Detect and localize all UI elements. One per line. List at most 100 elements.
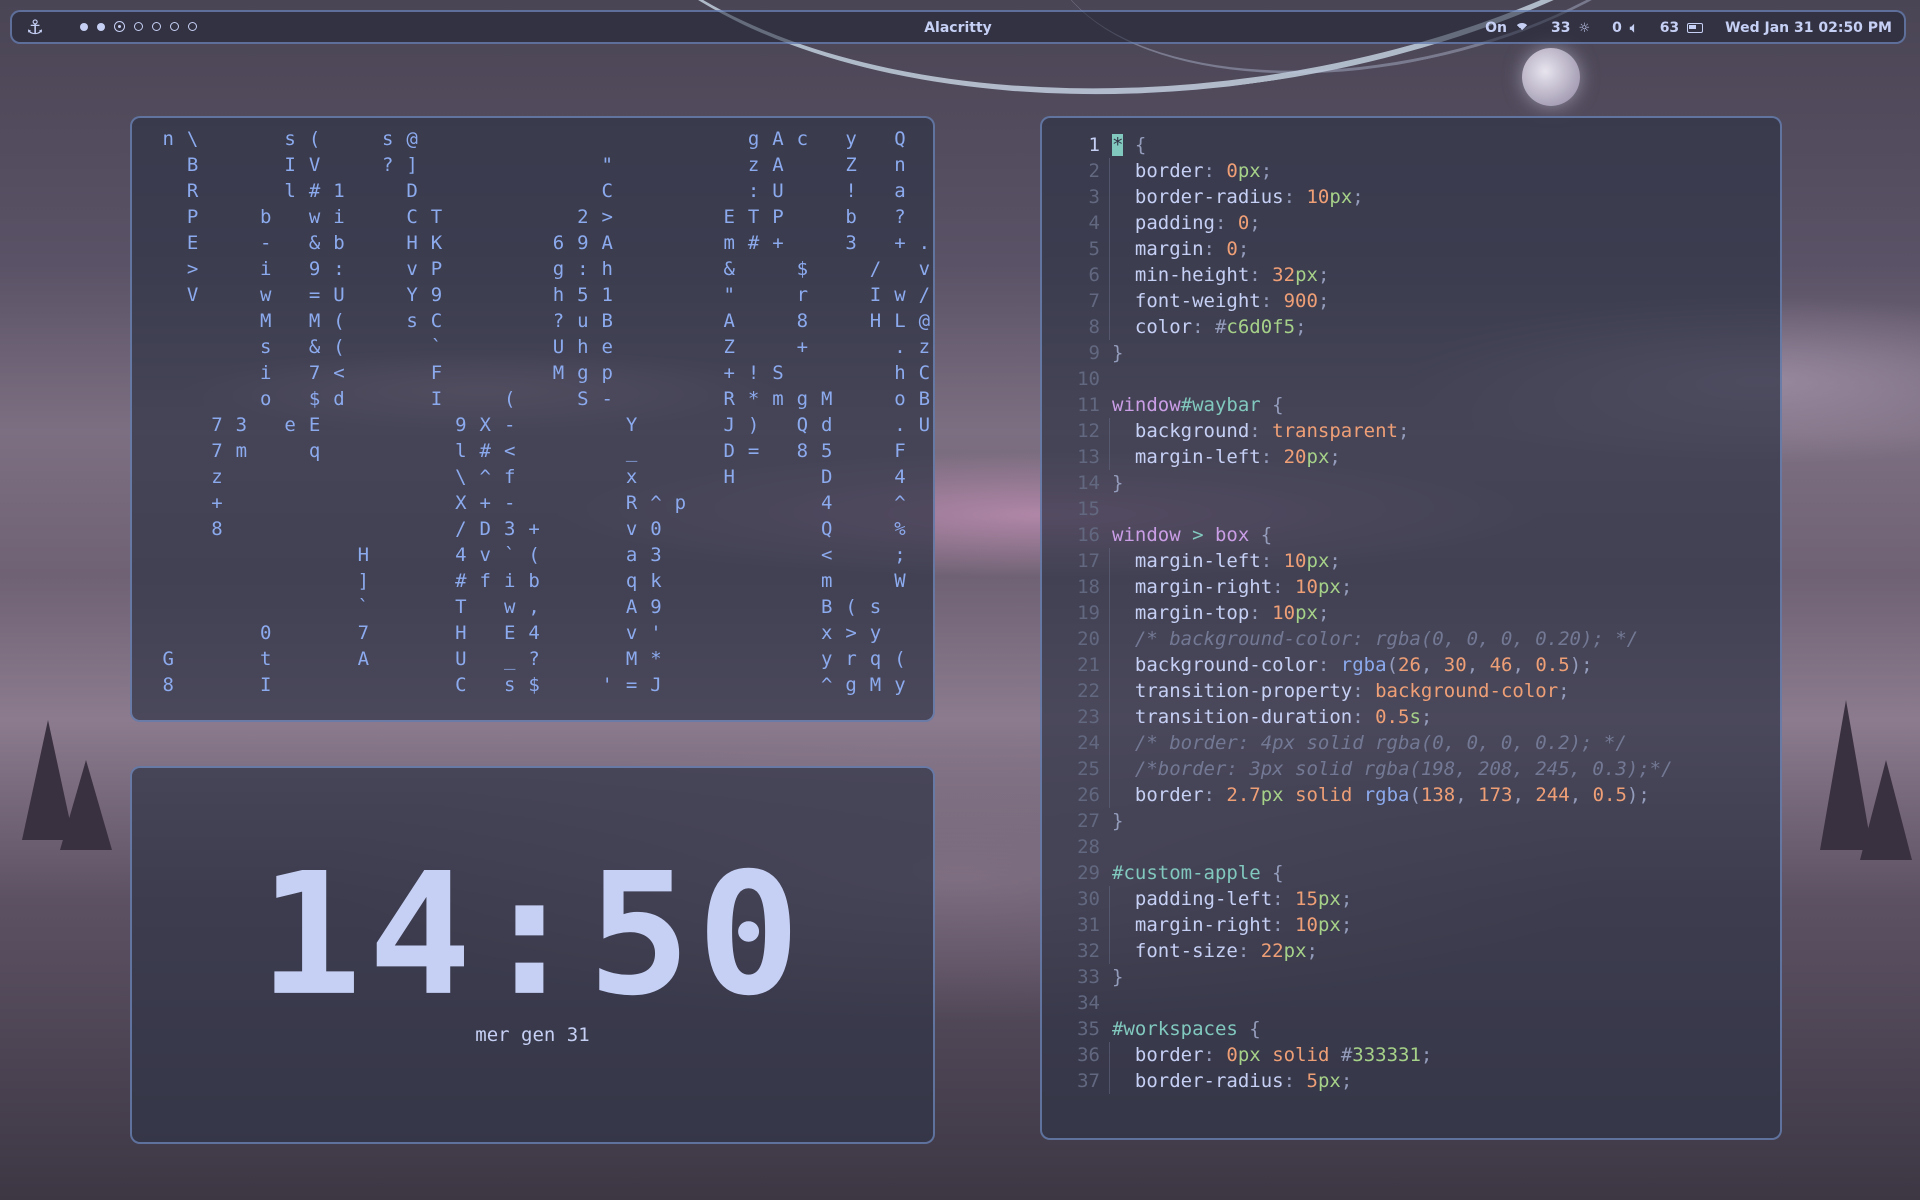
code-token: ; xyxy=(1237,238,1250,260)
code-token: px xyxy=(1260,784,1284,806)
matrix-line: z \^f x H D 4 B N xyxy=(211,466,906,488)
line-number: 30 xyxy=(1077,888,1100,910)
code-token: ; xyxy=(1352,186,1364,208)
code-token: 173 xyxy=(1478,784,1513,806)
code-token: : xyxy=(1260,290,1284,312)
code-line[interactable]: window#waybar { xyxy=(1112,392,1284,418)
code-line[interactable]: transition-duration: 0.5s; xyxy=(1112,704,1432,730)
matrix-line: 0 7 H E4 v' x>y Z %) xyxy=(260,622,882,644)
code-token: : xyxy=(1203,160,1227,182)
code-token: solid xyxy=(1283,784,1364,806)
line-number: 8 xyxy=(1088,316,1100,338)
code-token: /*border: 3px solid rgba(198, 208, 245, … xyxy=(1112,758,1673,780)
code-token: #workspaces xyxy=(1112,1018,1238,1040)
line-number: 15 xyxy=(1077,498,1100,520)
code-token: 244 xyxy=(1535,784,1570,806)
code-line[interactable]: } xyxy=(1112,340,1123,366)
code-line[interactable]: window > box { xyxy=(1112,522,1272,548)
code-token: , xyxy=(1420,654,1444,676)
code-token: margin-left xyxy=(1112,550,1261,572)
status-modules: On 33 ☼ 0 🔈︎ 63 Wed Jan 31 02:50 PM xyxy=(1485,20,1892,36)
code-token: ); xyxy=(1626,784,1650,806)
code-token: : xyxy=(1317,654,1341,676)
code-token: } xyxy=(1112,472,1124,494)
terminal-matrix-window[interactable]: n\ s( s@ gAc y Q c B IV ?] " zA Z n H R … xyxy=(130,116,935,722)
code-line[interactable]: /*border: 3px solid rgba(198, 208, 245, … xyxy=(1112,756,1673,782)
code-line[interactable]: min-height: 32px; xyxy=(1112,262,1330,288)
code-line[interactable]: margin-left: 10px; xyxy=(1112,548,1341,574)
code-token: /* background-color: rgba(0, 0, 0, 0.20)… xyxy=(1112,628,1639,650)
code-line[interactable]: margin-top: 10px; xyxy=(1112,600,1330,626)
code-line[interactable]: margin-left: 20px; xyxy=(1112,444,1341,470)
line-number: 27 xyxy=(1077,810,1100,832)
code-token: border-radius xyxy=(1112,186,1284,208)
line-number: 12 xyxy=(1077,420,1100,442)
code-line[interactable]: border: 0px; xyxy=(1112,158,1272,184)
matrix-line: 8 I C s$ '=J ^gMy L xyxy=(162,674,906,696)
code-token: 20 xyxy=(1283,446,1307,468)
wallpaper-tree xyxy=(60,760,112,850)
code-line[interactable]: /* background-color: rgba(0, 0, 0, 0.20)… xyxy=(1112,626,1638,652)
code-line[interactable]: border-radius: 5px; xyxy=(1112,1068,1352,1094)
code-token: { xyxy=(1260,394,1284,416)
code-line[interactable]: background: transparent; xyxy=(1112,418,1410,444)
code-token: : xyxy=(1260,550,1284,572)
code-token: , xyxy=(1569,784,1593,806)
code-line[interactable]: #custom-apple { xyxy=(1112,860,1284,886)
code-line[interactable]: margin-right: 10px; xyxy=(1112,912,1352,938)
line-number: 37 xyxy=(1077,1070,1100,1092)
code-token: font-weight xyxy=(1112,290,1261,312)
matrix-line: ` T w, A9 B(s : So xyxy=(357,596,882,618)
line-number: 5 xyxy=(1088,238,1100,260)
matrix-line: M M( sC ?uB A 8 HL@gFz2 6 xyxy=(260,310,931,332)
indent-guide xyxy=(1109,418,1110,470)
code-line[interactable]: font-size: 22px; xyxy=(1112,938,1318,964)
code-token: background xyxy=(1112,420,1250,442)
code-token: padding-left xyxy=(1112,888,1273,910)
code-token: : xyxy=(1283,186,1307,208)
code-token: rgba xyxy=(1340,654,1387,676)
matrix-line: s &( ` Uhe Z + .zrq;> " xyxy=(260,336,931,358)
code-token: : xyxy=(1237,940,1261,962)
indent-guide xyxy=(1109,886,1110,964)
code-line[interactable]: } xyxy=(1112,470,1123,496)
code-line[interactable]: color: #c6d0f5; xyxy=(1112,314,1307,340)
code-token: 10 xyxy=(1295,576,1318,598)
code-line[interactable]: border: 2.7px solid rgba(138, 173, 244, … xyxy=(1112,782,1650,808)
code-line[interactable]: /* border: 4px solid rgba(0, 0, 0, 0.2);… xyxy=(1112,730,1627,756)
code-line[interactable]: padding: 0; xyxy=(1112,210,1261,236)
code-line[interactable]: margin: 0; xyxy=(1112,236,1249,262)
code-line[interactable]: font-weight: 900; xyxy=(1112,288,1330,314)
line-number: 21 xyxy=(1077,654,1100,676)
matrix-line: P b wi CT 2> ETP b ? d xyxy=(186,206,906,228)
volume-value[interactable]: 0 xyxy=(1612,20,1622,36)
terminal-clock-window[interactable]: 14:50 mer gen 31 xyxy=(130,766,935,1144)
code-line[interactable]: background-color: rgba(26, 30, 46, 0.5); xyxy=(1112,652,1593,678)
matrix-line: i 7< F Mgp +!S hC06 V xyxy=(260,362,931,384)
code-line[interactable]: border: 0px solid #333331; xyxy=(1112,1042,1433,1068)
code-line[interactable]: border-radius: 10px; xyxy=(1112,184,1364,210)
code-line[interactable]: } xyxy=(1112,808,1123,834)
network-status[interactable]: On xyxy=(1485,20,1507,36)
code-token: : xyxy=(1249,602,1273,624)
code-token: rgba xyxy=(1363,784,1410,806)
code-token: c6d0f5 xyxy=(1226,316,1296,338)
terminal-editor-window[interactable]: 1 * {2 border: 0px; 3 border-radius: 10px;… xyxy=(1040,116,1782,1140)
code-token: 10 xyxy=(1283,550,1307,572)
matrix-line: 73 eE 9X- Y J) Qd .Ud O xyxy=(211,414,931,436)
line-number: 16 xyxy=(1077,524,1100,546)
code-token: 333331 xyxy=(1352,1044,1421,1066)
code-line[interactable]: margin-right: 10px; xyxy=(1112,574,1352,600)
code-line[interactable]: } xyxy=(1112,964,1123,990)
code-line[interactable]: #workspaces { xyxy=(1112,1016,1261,1042)
code-token: 138 xyxy=(1420,784,1456,806)
code-line[interactable]: transition-property: background-color; xyxy=(1112,678,1570,704)
code-line[interactable]: * { xyxy=(1112,132,1146,158)
battery-value[interactable]: 63 xyxy=(1660,20,1679,36)
code-line[interactable]: padding-left: 15px; xyxy=(1112,886,1352,912)
code-token: px xyxy=(1295,602,1318,624)
line-number: 35 xyxy=(1077,1018,1100,1040)
clock-datetime[interactable]: Wed Jan 31 02:50 PM xyxy=(1725,20,1892,36)
code-token: 0 xyxy=(1226,1044,1238,1066)
brightness-value[interactable]: 33 xyxy=(1551,20,1570,36)
